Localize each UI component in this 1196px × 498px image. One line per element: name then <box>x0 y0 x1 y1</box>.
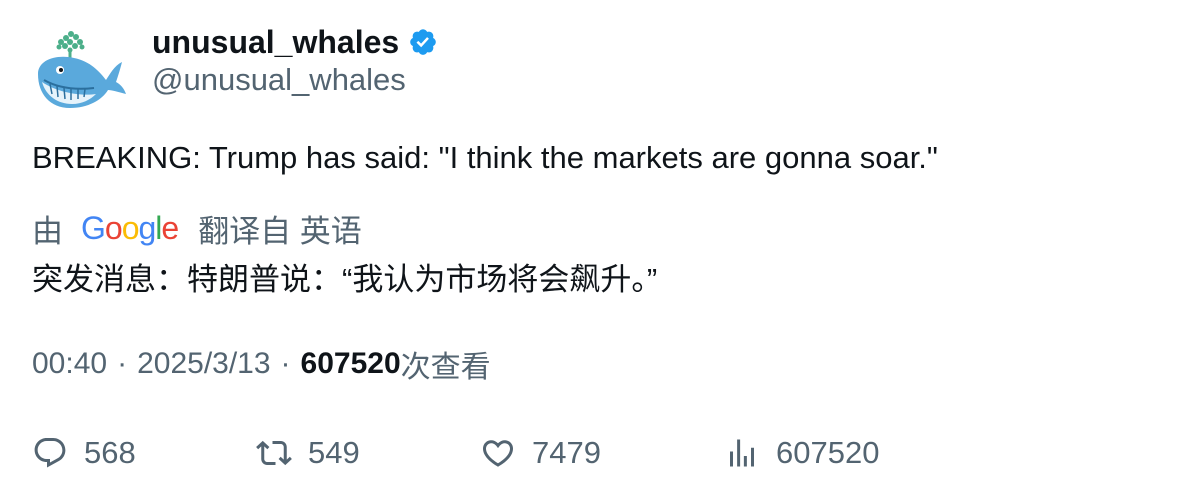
tweet-meta: 00:40 · 2025/3/13 · 607520 次查看 <box>32 342 491 386</box>
translated-from-label[interactable]: 翻译自 英语 <box>198 206 362 251</box>
tweet-text: BREAKING: Trump has said: "I think the m… <box>32 140 938 175</box>
views-action-count: 607520 <box>776 435 880 470</box>
like-button[interactable]: 7479 <box>480 428 601 478</box>
verified-badge-icon <box>410 29 436 55</box>
views-count: 607520 <box>300 347 401 380</box>
avatar[interactable] <box>30 24 128 116</box>
reply-icon <box>34 438 66 468</box>
views-button[interactable]: 607520 <box>724 428 879 478</box>
tweet-actions: 568 549 7479 607520 <box>0 428 1196 478</box>
retweet-count: 549 <box>308 435 360 470</box>
retweet-icon <box>256 440 292 466</box>
translation-attribution: 由 Google 翻译自 英语 <box>32 206 362 250</box>
reply-count: 568 <box>84 435 136 470</box>
whale-avatar-icon <box>38 31 126 108</box>
translated-tweet-text: 突发消息：特朗普说：“我认为市场将会飙升。” <box>32 262 658 297</box>
author-handle[interactable]: @unusual_whales <box>152 62 406 98</box>
translated-by-label: 由 <box>32 213 63 249</box>
meta-separator: · <box>117 347 128 380</box>
google-logo: Google <box>81 209 179 246</box>
heart-icon <box>482 440 514 467</box>
tweet-date[interactable]: 2025/3/13 <box>137 347 270 381</box>
author-name-row[interactable]: unusual_whales <box>152 20 438 64</box>
retweet-button[interactable]: 549 <box>256 428 360 478</box>
author-display-name[interactable]: unusual_whales <box>152 24 399 61</box>
meta-separator: · <box>280 347 291 380</box>
reply-button[interactable]: 568 <box>32 428 136 478</box>
like-count: 7479 <box>532 435 601 470</box>
tweet-time[interactable]: 00:40 <box>32 347 107 381</box>
analytics-icon <box>730 439 754 467</box>
views-label: 次查看 <box>400 351 491 384</box>
